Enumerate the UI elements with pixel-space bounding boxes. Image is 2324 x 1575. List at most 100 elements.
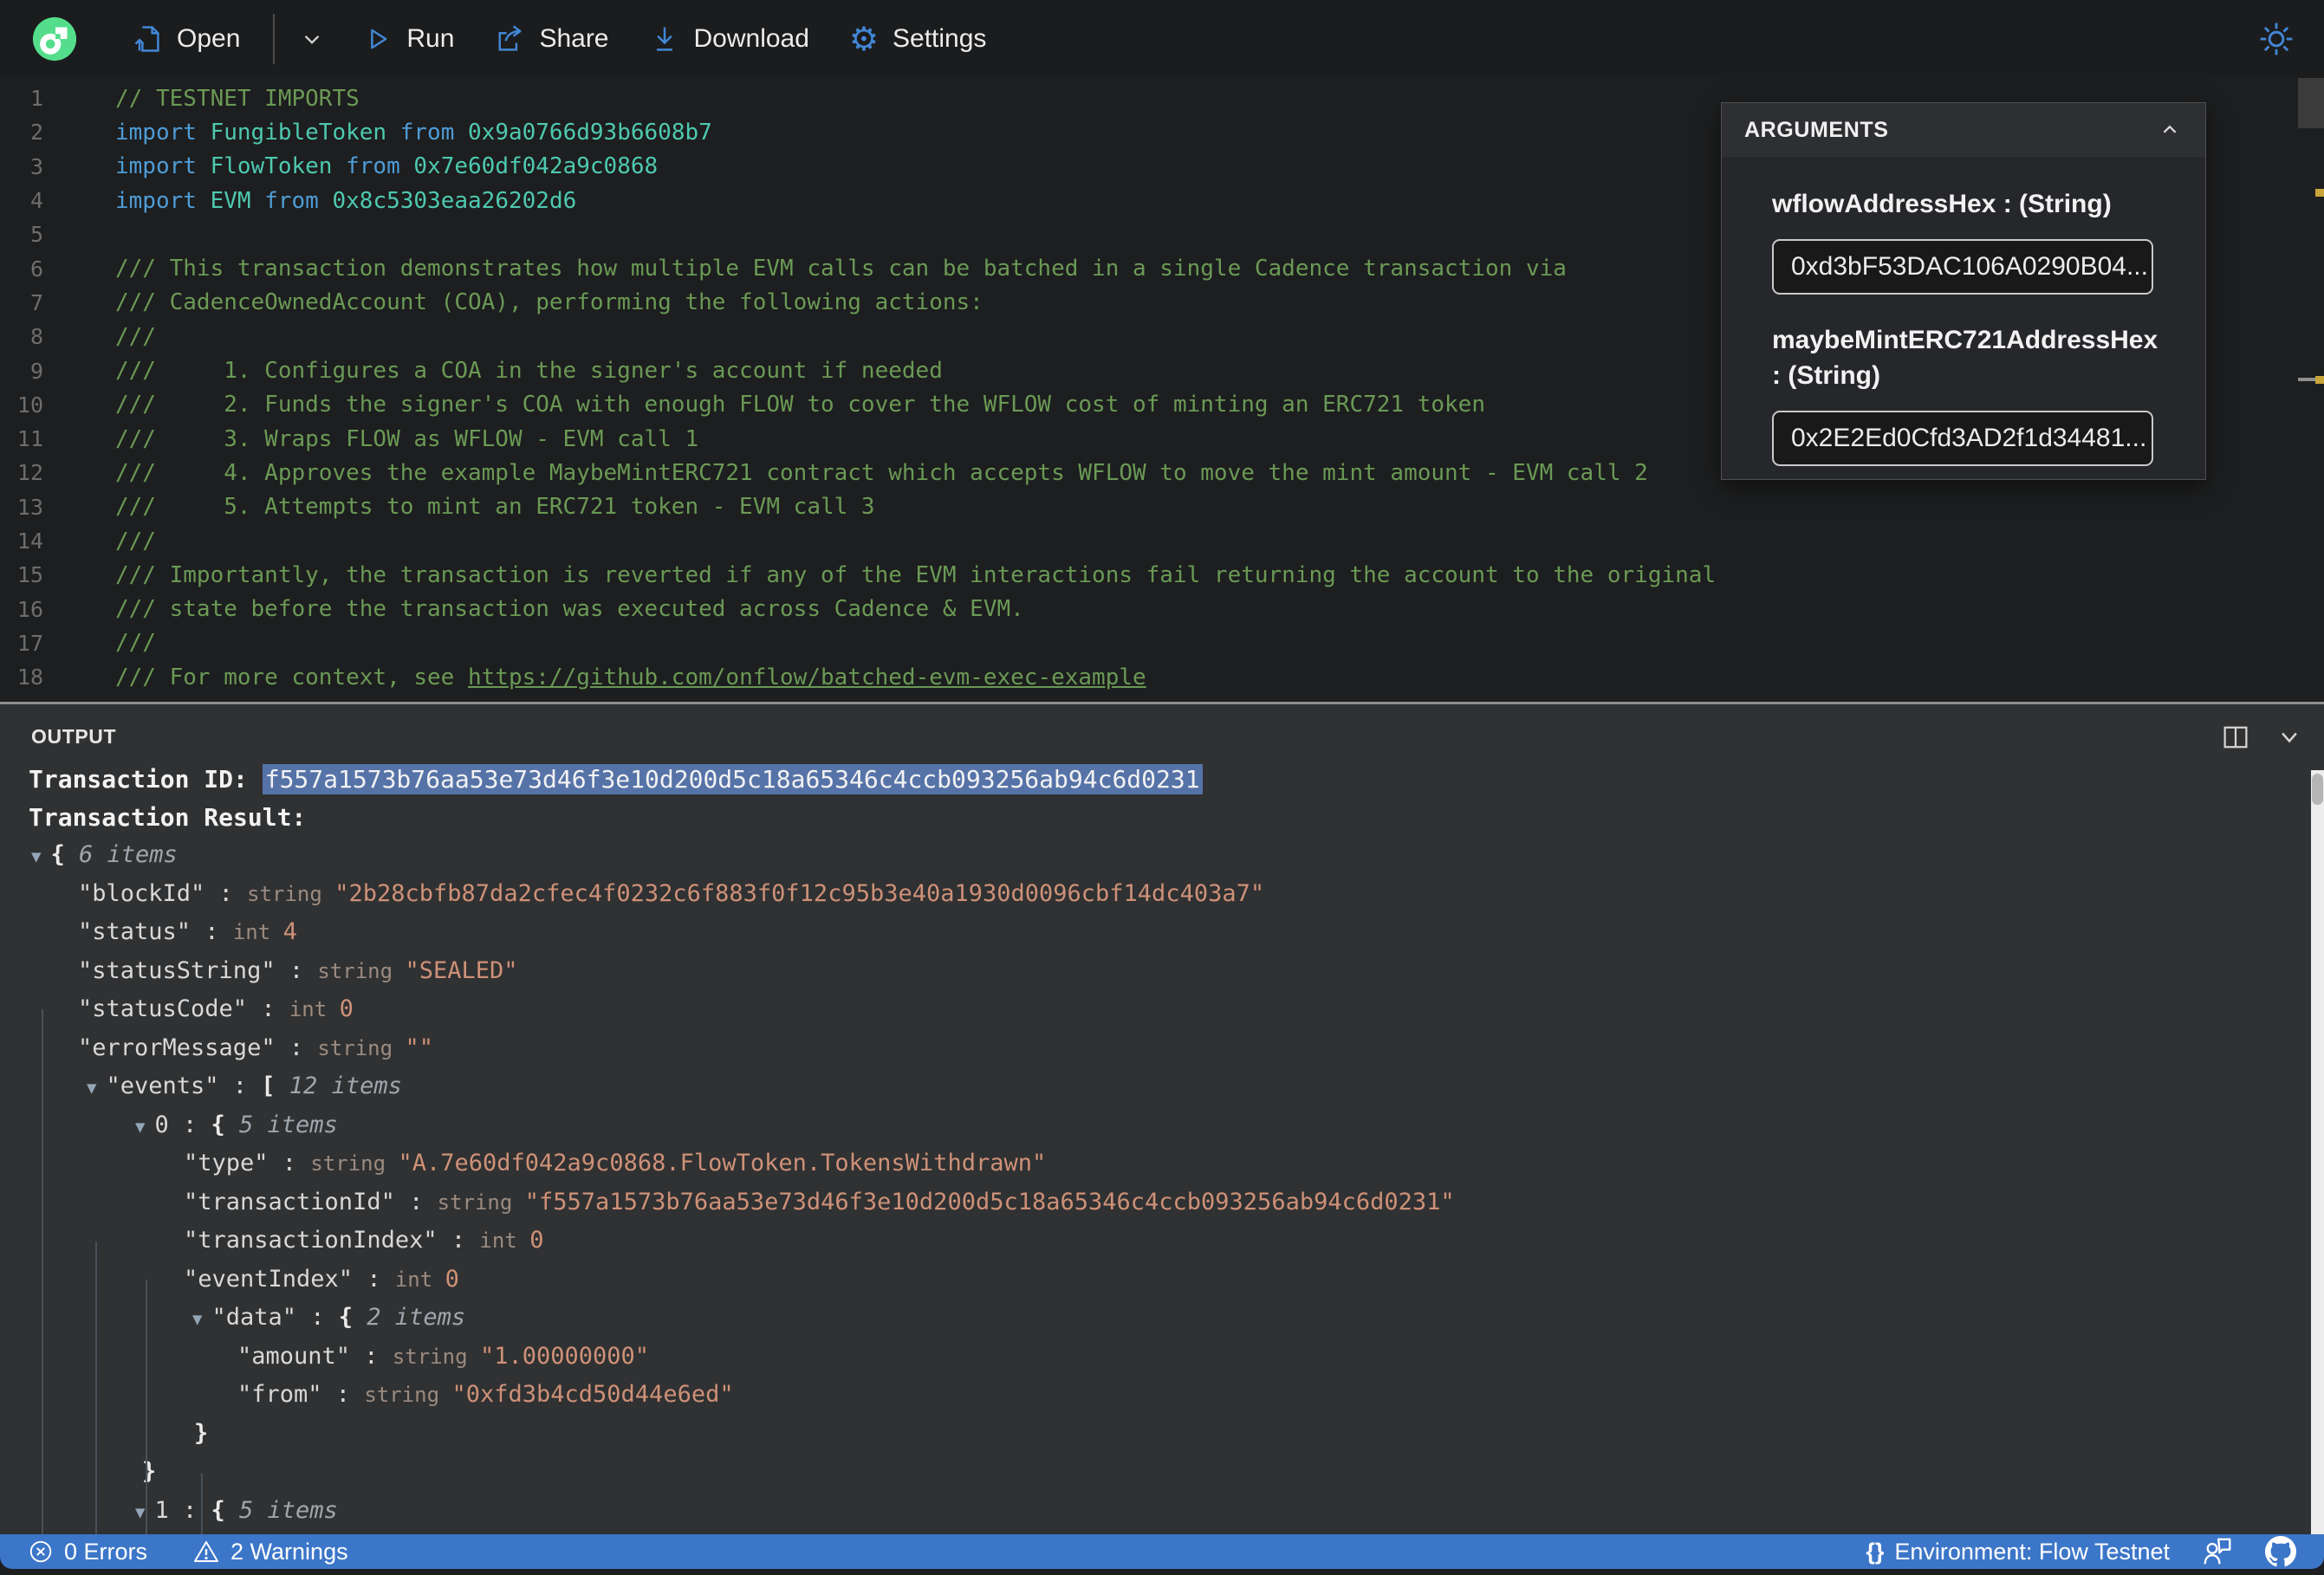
errors-status[interactable]: 0 Errors bbox=[28, 1539, 147, 1565]
arguments-panel: ARGUMENTS wflowAddressHex : (String) 0xd… bbox=[1721, 102, 2206, 480]
theme-toggle-button[interactable] bbox=[2258, 21, 2295, 57]
transaction-id-label: Transaction ID: bbox=[29, 765, 263, 794]
code-line: 16 /// state before the transaction was e… bbox=[0, 592, 1716, 625]
output-token: : bbox=[437, 1227, 480, 1254]
code-line-content: /// Importantly, the transaction is reve… bbox=[115, 562, 1716, 588]
output-token: "status" bbox=[78, 918, 192, 945]
output-token: : bbox=[350, 1342, 393, 1370]
open-menu-chevron-button[interactable] bbox=[297, 24, 327, 54]
output-scrollbar-thumb[interactable] bbox=[2312, 774, 2323, 805]
code-line-content: /// bbox=[115, 324, 156, 350]
warnings-status[interactable]: 2 Warnings bbox=[192, 1538, 348, 1565]
output-token: 1 bbox=[154, 1496, 169, 1524]
output-token: [ bbox=[261, 1073, 289, 1099]
output-token: : bbox=[296, 1304, 339, 1331]
maybe-mint-erc721-address-input[interactable]: 0x2E2Ed0Cfd3AD2f1d34481... bbox=[1772, 411, 2153, 466]
code-token: from bbox=[346, 153, 414, 180]
output-token: { bbox=[211, 1496, 240, 1524]
output-token: "f557a1573b76aa53e73d46f3e10d200d5c18a65… bbox=[524, 1188, 1455, 1215]
output-row: ▼ 1 : { 5 items bbox=[0, 1492, 2289, 1531]
code-line: 2 import FungibleToken from 0x9a0766d93b6… bbox=[0, 115, 1716, 149]
settings-button[interactable]: ⚙ Settings bbox=[849, 23, 986, 55]
github-icon[interactable] bbox=[2265, 1536, 2296, 1567]
code-line: 15 /// Importantly, the transaction is re… bbox=[0, 558, 1716, 592]
warnings-count: 2 Warnings bbox=[230, 1538, 348, 1565]
feedback-person-icon[interactable] bbox=[2201, 1535, 2234, 1568]
code-link[interactable]: https://github.com/onflow/batched-evm-ex… bbox=[468, 664, 1146, 690]
output-token: : bbox=[218, 1073, 262, 1099]
output-scrollbar-track[interactable] bbox=[2311, 770, 2324, 1535]
code-lines: 1 // TESTNET IMPORTS 2 import FungibleToken… bbox=[0, 81, 1716, 694]
output-token: 2 items bbox=[367, 1304, 466, 1331]
line-number: 9 bbox=[29, 358, 43, 384]
output-token: "transactionId" bbox=[184, 1188, 395, 1215]
code-token: import bbox=[115, 187, 211, 214]
expand-arrow-icon[interactable]: ▼ bbox=[31, 847, 41, 866]
output-token: : bbox=[321, 1381, 365, 1408]
code-line-content: /// CadenceOwnedAccount (COA), performin… bbox=[115, 289, 983, 315]
expand-arrow-icon[interactable]: ▼ bbox=[135, 1118, 145, 1137]
code-token: EVM bbox=[210, 187, 265, 214]
status-right: {} Environment: Flow Testnet bbox=[1866, 1535, 2296, 1568]
toolbar: Open Run Share Download ⚙ Settings bbox=[0, 0, 2324, 78]
output-token: "eventIndex" bbox=[184, 1265, 354, 1293]
code-token: from bbox=[264, 187, 333, 214]
line-number: 1 bbox=[29, 86, 43, 112]
code-line: 18 /// For more context, see https://gith… bbox=[0, 660, 1716, 694]
indent-guide bbox=[95, 1241, 97, 1535]
output-token: : bbox=[353, 1265, 395, 1293]
output-token: "" bbox=[405, 1034, 434, 1061]
code-token: /// 3. Wraps FLOW as WFLOW - EVM call 1 bbox=[115, 425, 699, 452]
collapse-chevron-up-icon[interactable] bbox=[2157, 117, 2183, 143]
output-token: string bbox=[247, 881, 335, 906]
line-number: 17 bbox=[16, 630, 43, 656]
run-button[interactable]: Run bbox=[361, 23, 454, 55]
code-line: 12 /// 4. Approves the example MaybeMintE… bbox=[0, 456, 1716, 489]
line-number: 14 bbox=[16, 528, 43, 554]
download-button[interactable]: Download bbox=[649, 23, 809, 55]
code-line: 10 /// 2. Funds the signer's COA with eno… bbox=[0, 388, 1716, 422]
download-label: Download bbox=[693, 24, 809, 53]
code-line-content: /// This transaction demonstrates how mu… bbox=[115, 256, 1567, 282]
code-token: /// CadenceOwnedAccount (COA), performin… bbox=[115, 289, 983, 316]
editor-scrollbar-thumb[interactable] bbox=[2298, 78, 2324, 128]
output-token: 4 bbox=[282, 918, 297, 945]
expand-arrow-icon[interactable]: ▼ bbox=[87, 1079, 96, 1098]
output-row: "blockId" : string "2b28cbfb87da2cfec4f0… bbox=[0, 875, 2289, 914]
code-token: /// 1. Configures a COA in the signer's … bbox=[115, 358, 943, 385]
open-file-icon bbox=[134, 26, 159, 52]
share-button[interactable]: Share bbox=[494, 23, 609, 55]
expand-arrow-icon[interactable]: ▼ bbox=[135, 1503, 145, 1522]
environment-status[interactable]: {} Environment: Flow Testnet bbox=[1866, 1539, 2170, 1565]
code-token: /// 4. Approves the example MaybeMintERC… bbox=[115, 459, 1648, 486]
arguments-header[interactable]: ARGUMENTS bbox=[1722, 103, 2205, 157]
output-token: "statusCode" bbox=[78, 995, 248, 1022]
code-line: 5 bbox=[0, 217, 1716, 251]
collapse-chevron-down-icon[interactable] bbox=[2274, 722, 2305, 753]
code-line: 9 /// 1. Configures a COA in the signer's… bbox=[0, 353, 1716, 387]
expand-arrow-icon[interactable]: ▼ bbox=[192, 1310, 202, 1329]
code-line-content: import FlowToken from 0x7e60df042a9c0868 bbox=[115, 153, 658, 179]
code-token: /// bbox=[115, 630, 156, 657]
open-button[interactable]: Open bbox=[132, 23, 240, 55]
indent-guide bbox=[201, 1474, 203, 1535]
code-line: 13 /// 5. Attempts to mint an ERC721 toke… bbox=[0, 490, 1716, 524]
output-row: "type" : string "A.7e60df042a9c0868.Flow… bbox=[0, 1144, 2289, 1183]
error-circle-icon bbox=[29, 1540, 52, 1563]
output-token: string bbox=[437, 1189, 525, 1215]
output-token: 0 bbox=[339, 995, 354, 1022]
output-row: } bbox=[0, 1415, 2289, 1454]
transaction-id-row: Transaction ID: f557a1573b76aa53e73d46f3… bbox=[29, 764, 1203, 794]
line-number: 15 bbox=[16, 562, 43, 588]
code-line-content: /// 2. Funds the signer's COA with enoug… bbox=[115, 392, 1485, 418]
code-token: /// For more context, see bbox=[115, 664, 468, 690]
download-icon bbox=[656, 27, 672, 51]
transaction-id-value-selected[interactable]: f557a1573b76aa53e73d46f3e10d200d5c18a653… bbox=[262, 764, 1203, 794]
code-token: 0x8c5303eaa26202d6 bbox=[332, 187, 577, 214]
output-token: } bbox=[142, 1458, 157, 1485]
split-panel-icon[interactable] bbox=[2220, 722, 2251, 753]
chevron-down-icon bbox=[305, 35, 320, 44]
wflow-address-input[interactable]: 0xd3bF53DAC106A0290B04... bbox=[1772, 239, 2153, 295]
indent-guide bbox=[42, 1009, 43, 1535]
line-number: 12 bbox=[16, 460, 43, 486]
